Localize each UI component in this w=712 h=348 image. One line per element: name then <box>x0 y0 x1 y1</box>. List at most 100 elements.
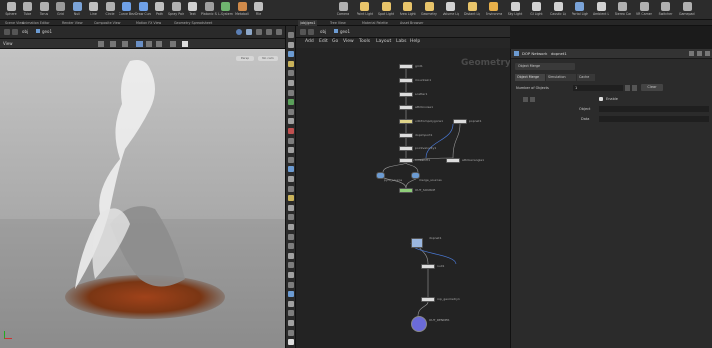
viewport-tool-29-icon[interactable] <box>288 300 294 307</box>
add-icon[interactable] <box>523 97 528 102</box>
shelf-draw-curve-tool[interactable]: Draw Curve <box>135 2 151 19</box>
pin-icon[interactable] <box>236 29 242 35</box>
shelf-platonic-solids-tool[interactable]: Platonic Solids <box>201 2 217 19</box>
menu-labs[interactable]: Labs <box>396 39 406 44</box>
maximize-icon[interactable] <box>276 29 282 35</box>
node-timeshift1[interactable] <box>399 158 413 163</box>
gear-icon[interactable] <box>689 51 694 56</box>
viewport-tool-26-icon[interactable] <box>288 272 294 278</box>
path-obj[interactable]: obj <box>22 29 28 34</box>
viewport-tool-24-icon[interactable] <box>288 252 294 259</box>
network-path-geo1[interactable]: geo1 <box>340 29 350 34</box>
shelf-curve-bezier-tool[interactable]: Curve Bezier <box>119 2 135 19</box>
viewport-tool-15-icon[interactable] <box>288 166 294 173</box>
shelf-torus-tool[interactable]: Torus <box>36 2 52 19</box>
tab-simulation[interactable]: Simulation <box>546 74 576 81</box>
light-camera-tool[interactable]: Camera <box>335 2 351 19</box>
grid-toggle-icon[interactable] <box>156 41 162 47</box>
data-field[interactable] <box>599 116 709 122</box>
shelf-tube-tool[interactable]: Tube <box>20 2 36 19</box>
forward-arrow-icon[interactable] <box>308 29 314 35</box>
info-icon[interactable] <box>705 51 710 56</box>
add-object-icon[interactable] <box>625 85 630 91</box>
layout-icon[interactable] <box>256 29 262 35</box>
camera-view-icon[interactable] <box>136 41 143 47</box>
viewport-tool-7-icon[interactable] <box>288 89 294 96</box>
back-arrow-icon[interactable] <box>4 29 10 35</box>
light-ambient-light-tool[interactable]: Ambient Light <box>593 2 609 19</box>
camera-menu[interactable]: Persp <box>236 56 254 61</box>
viewport-tool-9-icon[interactable] <box>288 108 294 115</box>
tab-object-merge-header[interactable]: Object Merge <box>515 63 575 70</box>
viewport-tool-12-icon[interactable] <box>288 137 294 144</box>
menu-layout[interactable]: Layout <box>376 39 391 44</box>
remove-icon[interactable] <box>530 97 535 102</box>
back-arrow-icon[interactable] <box>300 29 306 35</box>
node-attribwrangle1[interactable] <box>446 158 460 163</box>
3d-viewport[interactable]: Persp No cam <box>0 49 285 348</box>
viewport-tool-25-icon[interactable] <box>288 262 294 269</box>
shelf-sphere-tool[interactable]: Sphere <box>3 2 19 19</box>
tab-cache[interactable]: Cache <box>577 74 595 81</box>
lighting-icon[interactable] <box>110 41 116 47</box>
light-spot-light-tool[interactable]: Spot Light <box>378 2 394 19</box>
node-pointvelocity1[interactable] <box>399 146 413 151</box>
viewport-tool-33-icon[interactable] <box>288 339 294 346</box>
viewport-tool-23-icon[interactable] <box>288 243 294 250</box>
tab-object-merge[interactable]: Object Merge <box>515 74 545 81</box>
network-path-obj[interactable]: obj <box>320 29 326 34</box>
node-grid1[interactable] <box>399 64 413 69</box>
forward-arrow-icon[interactable] <box>12 29 18 35</box>
node-out-render[interactable] <box>411 316 427 332</box>
viewport-tool-32-icon[interactable] <box>288 329 294 336</box>
viewport-tool-28-icon[interactable] <box>288 291 294 298</box>
menu-view[interactable]: View <box>343 39 354 44</box>
shelf-path-tool[interactable]: Path <box>152 2 168 19</box>
light-distant-light-tool[interactable]: Distant Light <box>464 2 480 19</box>
menu-help[interactable]: Help <box>410 39 420 44</box>
viewport-tool-3-icon[interactable] <box>288 51 294 58</box>
menu-go[interactable]: Go <box>332 39 338 44</box>
viewport-tool-30-icon[interactable] <box>288 310 294 317</box>
menu-tools[interactable]: Tools <box>359 39 370 44</box>
viewport-tool-2-icon[interactable] <box>288 41 294 48</box>
node-vdbfrompolygons1[interactable] <box>399 119 413 124</box>
light-sky-light-tool[interactable]: Sky Light <box>507 2 523 19</box>
shading-icon[interactable] <box>122 41 128 47</box>
path-geo1[interactable]: geo1 <box>42 29 52 34</box>
background-toggle-icon[interactable] <box>182 41 188 47</box>
help-icon[interactable] <box>697 51 702 56</box>
network-editor[interactable]: Geometry grid1 mountain1 scatter1 attribnoi… <box>296 48 510 348</box>
viewport-tool-1-icon[interactable] <box>288 32 294 38</box>
light-gi-light-tool[interactable]: GI Light <box>529 2 545 19</box>
viewport-tool-19-icon[interactable] <box>288 204 294 211</box>
shelf-file-tool[interactable]: File <box>251 2 267 19</box>
snapshot-icon[interactable] <box>146 41 152 47</box>
viewport-tool-18-icon[interactable] <box>288 195 294 202</box>
viewport-tool-17-icon[interactable] <box>288 185 294 192</box>
remove-object-icon[interactable] <box>632 85 637 91</box>
viewport-tool-5-icon[interactable] <box>288 70 294 77</box>
shelf-circle-tool[interactable]: Circle <box>102 2 118 19</box>
light-geometry-light-tool[interactable]: Geometry Light <box>421 2 437 19</box>
shelf-spray-paint-tool[interactable]: Spray Paint <box>168 2 184 19</box>
shelf-metaball-tool[interactable]: Metaball <box>234 2 250 19</box>
node-null1[interactable] <box>421 264 435 269</box>
node-dopnet1[interactable] <box>411 238 423 248</box>
node-name-field[interactable]: dopnet1 <box>551 51 567 56</box>
node-popnet1[interactable] <box>453 119 467 124</box>
viewport-tool-21-icon[interactable] <box>288 224 294 230</box>
light-volume-light-tool[interactable]: Volume Light <box>443 2 459 19</box>
viewport-tool-11-icon[interactable] <box>288 128 294 134</box>
gear-icon[interactable] <box>266 29 272 35</box>
viewport-tool-31-icon[interactable] <box>288 320 294 326</box>
node-out-source[interactable] <box>399 188 413 193</box>
viewport-tool-6-icon[interactable] <box>288 80 294 86</box>
shelf-line-tool[interactable]: Line <box>86 2 102 19</box>
viewport-tool-20-icon[interactable] <box>288 214 294 221</box>
viewport-tool-4-icon[interactable] <box>288 60 294 67</box>
viewport-tool-10-icon[interactable] <box>288 118 294 125</box>
light-gamepad-camera-tool[interactable]: Gamepad Camera <box>679 2 695 19</box>
shelf-l-system-tool[interactable]: L-System <box>218 2 234 19</box>
node-dopimport1[interactable] <box>399 133 413 138</box>
